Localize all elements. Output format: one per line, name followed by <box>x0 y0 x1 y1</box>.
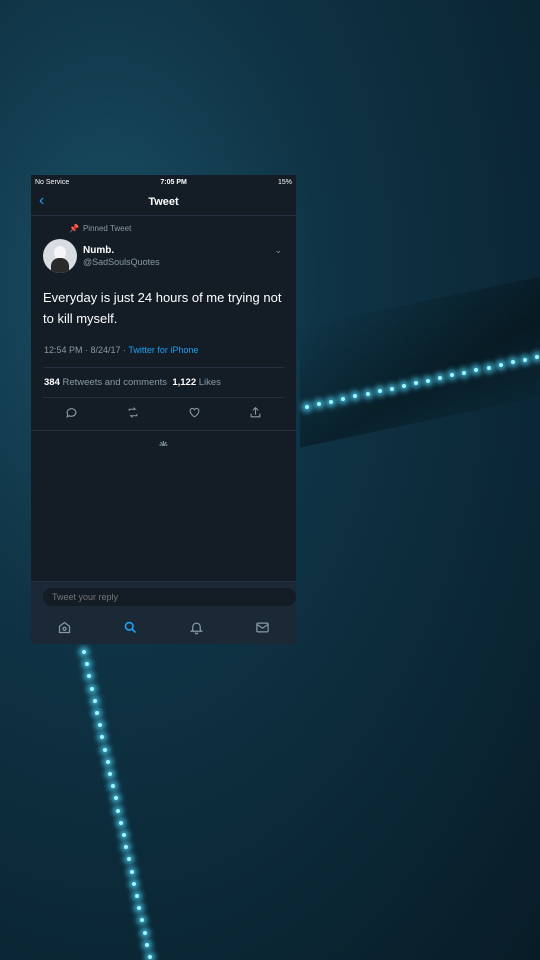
author-handle: @SadSoulsQuotes <box>83 257 160 267</box>
clock: 7:05 PM <box>160 178 187 186</box>
search-icon <box>124 621 136 634</box>
avatar[interactable] <box>43 239 77 273</box>
led-light <box>389 386 394 391</box>
retweet-count[interactable]: 384 <box>44 377 60 388</box>
like-count[interactable]: 1,122 <box>172 377 196 388</box>
avatar-body <box>51 258 69 273</box>
tab-messages[interactable] <box>248 613 278 643</box>
pinned-label: Pinned Tweet <box>82 224 132 233</box>
led-light <box>103 747 108 752</box>
led-light <box>365 391 370 396</box>
battery-label: 15% <box>277 178 292 186</box>
retweet-icon[interactable] <box>126 406 140 422</box>
led-light <box>142 930 147 935</box>
home-icon <box>58 621 70 634</box>
led-light <box>426 378 431 383</box>
led-light <box>377 389 382 394</box>
led-light <box>305 405 309 409</box>
led-light <box>121 833 126 837</box>
led-light <box>535 355 539 359</box>
carrier-label: No Service <box>35 178 70 186</box>
led-light <box>401 383 406 388</box>
tweet-author[interactable]: Numb. @SadSoulsQuotes ⌄ <box>43 239 296 273</box>
led-light <box>82 650 86 654</box>
author-names: Numb. @SadSoulsQuotes <box>83 245 160 267</box>
tweet-timestamp: 12:54 PM · 8/24/17 · <box>44 345 129 355</box>
reply-input[interactable] <box>43 588 296 606</box>
status-bar: No Service 7:05 PM 15% <box>31 175 296 189</box>
led-light <box>89 686 94 691</box>
led-light <box>486 365 491 370</box>
like-label[interactable]: Likes <box>199 377 221 388</box>
led-light <box>522 357 527 362</box>
empty-area <box>31 446 296 580</box>
led-light <box>84 662 89 667</box>
notifications-icon <box>190 622 204 635</box>
chevron-down-icon[interactable]: ⌄ <box>274 245 282 256</box>
led-light <box>97 723 102 728</box>
tweet-actions <box>31 398 296 431</box>
led-light <box>134 894 139 898</box>
like-icon[interactable] <box>188 406 201 422</box>
comment-icon[interactable] <box>65 406 78 422</box>
retweet-label[interactable]: Retweets and comments <box>63 377 168 388</box>
led-light <box>132 881 137 886</box>
pin-icon: 📌 <box>69 224 79 233</box>
tab-search[interactable] <box>115 613 145 643</box>
led-light <box>118 820 123 825</box>
author-name: Numb. <box>83 245 115 256</box>
tab-bar <box>31 611 296 644</box>
tweet-meta: 12:54 PM · 8/24/17 · Twitter for iPhone <box>44 345 284 368</box>
phone-screenshot: No Service 7:05 PM 15% ‹ Tweet 📌 Pinned … <box>31 175 296 644</box>
reply-bar <box>31 581 296 612</box>
share-icon[interactable] <box>249 406 262 422</box>
tweet-source-link[interactable]: Twitter for iPhone <box>128 345 198 355</box>
led-light <box>129 869 134 874</box>
messages-icon <box>256 622 270 633</box>
led-light <box>92 698 97 703</box>
led-light <box>498 362 503 367</box>
led-light <box>148 955 152 959</box>
tab-home[interactable] <box>49 613 79 643</box>
led-light <box>105 759 110 764</box>
background-shadow <box>300 272 540 448</box>
led-light <box>329 399 334 404</box>
page-title: Tweet <box>148 196 179 208</box>
back-icon[interactable]: ‹ <box>39 193 44 209</box>
led-light <box>116 808 121 813</box>
tab-notifications[interactable] <box>182 613 212 643</box>
tweet-text: Everyday is just 24 hours of me trying n… <box>43 290 282 326</box>
tweet-stats: 384 Retweets and comments 1,122 Likes <box>43 368 284 398</box>
nav-bar: ‹ Tweet <box>31 189 296 216</box>
pinned-indicator: 📌 Pinned Tweet <box>31 224 296 233</box>
